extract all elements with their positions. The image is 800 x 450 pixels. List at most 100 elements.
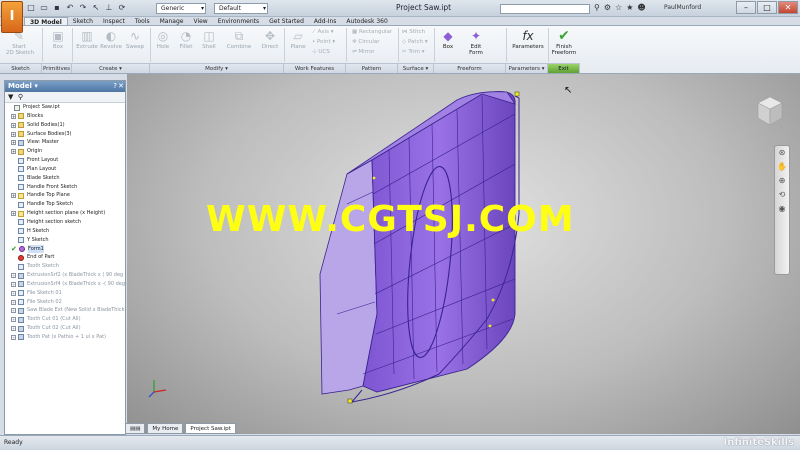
sketch-point[interactable] bbox=[347, 398, 353, 404]
browser-item[interactable]: Tooth Sketch bbox=[5, 262, 125, 271]
group-modify[interactable]: Modify ▾ bbox=[150, 63, 284, 73]
sweep-button[interactable]: ∿ Sweep bbox=[124, 29, 146, 50]
undo-icon[interactable]: ↶ bbox=[65, 3, 75, 13]
browser-item[interactable]: Handle Front Sketch bbox=[5, 183, 125, 192]
new-icon[interactable]: □ bbox=[26, 3, 36, 13]
look-at-icon[interactable]: ◉ bbox=[775, 202, 789, 216]
minimize-button[interactable]: – bbox=[736, 1, 756, 14]
browser-item[interactable]: H Sketch bbox=[5, 227, 125, 236]
point-button[interactable]: • Point ▾ bbox=[312, 39, 335, 46]
maximize-button[interactable]: □ bbox=[757, 1, 777, 14]
tab-project-saw[interactable]: Project Saw.ipt bbox=[185, 423, 236, 434]
close-button[interactable]: ✕ bbox=[778, 1, 798, 14]
freeform-box-button[interactable]: ◆ Box bbox=[438, 29, 458, 50]
browser-item[interactable]: + Solid Bodies(1) bbox=[5, 121, 125, 130]
stitch-button[interactable]: ⋈ Stitch bbox=[402, 29, 425, 36]
group-create[interactable]: Create ▾ bbox=[72, 63, 150, 73]
start-sketch-button[interactable]: ✎ Start 2D Sketch bbox=[6, 29, 34, 56]
browser-item[interactable]: End of Part bbox=[5, 253, 125, 262]
expand-icon[interactable]: + bbox=[11, 140, 16, 146]
material-combo[interactable]: Generic ▾ bbox=[156, 3, 206, 14]
browser-item[interactable]: ✔ Form1 bbox=[5, 244, 125, 254]
browser-item[interactable]: Plan Layout bbox=[5, 165, 125, 174]
sketch-point[interactable] bbox=[372, 176, 376, 180]
group-surface[interactable]: Surface ▾ bbox=[398, 63, 434, 73]
expand-icon[interactable]: + bbox=[11, 122, 16, 128]
user-icon[interactable]: ☻ bbox=[637, 3, 645, 13]
parameters-button[interactable]: fx Parameters bbox=[510, 29, 546, 50]
steering-wheel-icon[interactable]: ⊛ bbox=[775, 146, 789, 160]
expand-icon[interactable]: + bbox=[11, 308, 16, 314]
browser-item[interactable]: Height section sketch bbox=[5, 218, 125, 227]
shell-button[interactable]: ◫ Shell bbox=[200, 29, 218, 50]
filter-icon[interactable]: ▼ bbox=[8, 93, 13, 101]
patch-button[interactable]: ◇ Patch ▾ bbox=[402, 39, 428, 46]
browser-item[interactable]: + File Sketch 02 bbox=[5, 298, 125, 307]
browser-item[interactable]: + Height section plane (x Height) bbox=[5, 209, 125, 218]
expand-icon[interactable]: + bbox=[11, 290, 16, 296]
box-primitive-button[interactable]: ▣ Box bbox=[49, 29, 67, 50]
edit-form-button[interactable]: ✦ Edit Form bbox=[464, 29, 488, 56]
expand-icon[interactable]: + bbox=[11, 334, 16, 340]
freeform-model[interactable] bbox=[127, 74, 800, 434]
browser-item[interactable]: + Saw Blade Ext (New Solid x BladeThick) bbox=[5, 306, 126, 315]
update-icon[interactable]: ⟳ bbox=[117, 3, 127, 13]
browser-item[interactable]: + View: Master bbox=[5, 138, 125, 147]
fillet-button[interactable]: ◔ Fillet bbox=[177, 29, 195, 50]
browser-item[interactable]: Front Layout bbox=[5, 156, 125, 165]
graphics-viewport[interactable]: ⊛ ✋ ⊕ ⟲ ◉ ↖ bbox=[127, 74, 800, 434]
browser-item[interactable]: Blade Sketch bbox=[5, 174, 125, 183]
sketch-point[interactable] bbox=[491, 298, 495, 302]
close-icon[interactable]: ✕ bbox=[118, 81, 124, 92]
browser-item[interactable]: + Handle Top Plane bbox=[5, 191, 125, 200]
extrude-button[interactable]: ▥ Extrude bbox=[76, 29, 98, 50]
browser-item[interactable]: + Tooth Cut 02 (Cut All) bbox=[5, 324, 125, 333]
expand-icon[interactable]: + bbox=[11, 113, 16, 119]
browser-item[interactable]: Handle Top Sketch bbox=[5, 200, 125, 209]
appearance-combo[interactable]: Default ▾ bbox=[214, 3, 268, 14]
expand-icon[interactable]: + bbox=[11, 131, 16, 137]
axis-button[interactable]: ⟋ Axis ▾ bbox=[312, 29, 334, 36]
expand-icon[interactable]: + bbox=[11, 273, 16, 279]
expand-icon[interactable]: + bbox=[11, 211, 16, 217]
browser-item[interactable]: + Blocks bbox=[5, 112, 125, 121]
trim-button[interactable]: ✂ Trim ▾ bbox=[402, 49, 425, 56]
combine-button[interactable]: ⧉ Combine bbox=[224, 29, 254, 50]
search-icon[interactable]: ⚲ bbox=[594, 3, 600, 13]
expand-icon[interactable]: + bbox=[11, 281, 16, 287]
browser-item[interactable]: + Surface Bodies(3) bbox=[5, 130, 125, 139]
finish-freeform-button[interactable]: ✔ Finish Freeform bbox=[550, 29, 578, 56]
communication-icon[interactable]: ☆ bbox=[615, 3, 622, 13]
browser-item[interactable]: + ExtrusionSrf2 (x BladeThick x ( 90 deg … bbox=[5, 271, 127, 280]
sketch-point[interactable] bbox=[514, 91, 520, 97]
expand-icon[interactable]: + bbox=[11, 299, 16, 305]
subscription-icon[interactable]: ⚙ bbox=[604, 3, 611, 13]
star-icon[interactable]: ★ bbox=[626, 3, 633, 13]
expand-icon[interactable]: + bbox=[11, 326, 16, 332]
revolve-button[interactable]: ◐ Revolve bbox=[100, 29, 122, 50]
find-icon[interactable]: ⚲ bbox=[18, 93, 23, 101]
select-icon[interactable]: ↖ bbox=[91, 3, 101, 13]
user-name[interactable]: PaulMunford bbox=[664, 4, 701, 11]
browser-item[interactable]: Project Saw.ipt bbox=[5, 103, 125, 112]
group-parameters[interactable]: Parameters ▾ bbox=[506, 63, 548, 73]
redo-icon[interactable]: ↷ bbox=[78, 3, 88, 13]
plane-button[interactable]: ▱ Plane bbox=[288, 29, 308, 50]
hole-button[interactable]: ◎ Hole bbox=[154, 29, 172, 50]
browser-item[interactable]: + File Sketch 01 bbox=[5, 289, 125, 298]
browser-item[interactable]: + Tooth Pat (x Pathio + 1 ul x Pat) bbox=[5, 333, 125, 342]
help-icon[interactable]: ? bbox=[113, 81, 117, 92]
browser-item[interactable]: + Tooth Cut 01 (Cut All) bbox=[5, 315, 125, 324]
rectangular-pattern-button[interactable]: ▦ Rectangular bbox=[352, 29, 392, 36]
ucs-button[interactable]: ⊹ UCS bbox=[312, 49, 330, 56]
sketch-point[interactable] bbox=[488, 324, 492, 328]
mirror-button[interactable]: ⇌ Mirror bbox=[352, 49, 375, 56]
zoom-icon[interactable]: ⊕ bbox=[775, 174, 789, 188]
browser-item[interactable]: + ExtrusionSrf4 (x BladeThick x -( 90 deg… bbox=[5, 280, 128, 289]
pan-icon[interactable]: ✋ bbox=[775, 160, 789, 174]
tab-tile-icon[interactable]: ▤▤ bbox=[125, 423, 146, 434]
save-icon[interactable]: ▪ bbox=[52, 3, 62, 13]
measure-icon[interactable]: ⊥ bbox=[104, 3, 114, 13]
browser-item[interactable]: + Origin bbox=[5, 147, 125, 156]
orbit-icon[interactable]: ⟲ bbox=[775, 188, 789, 202]
